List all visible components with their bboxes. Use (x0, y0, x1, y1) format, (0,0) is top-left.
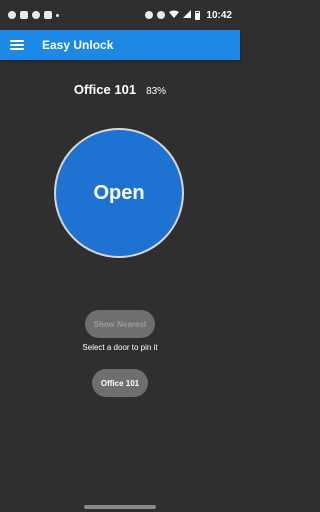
door-battery-level: 83% (146, 86, 167, 97)
open-button[interactable]: Open (54, 128, 184, 258)
location-icon (8, 11, 16, 19)
battery-icon (195, 10, 201, 20)
dot-icon (56, 13, 59, 17)
settings-icon (32, 11, 40, 19)
alarm-icon (145, 11, 154, 19)
status-right-icons: 10:42 (145, 10, 232, 21)
app-bar: Easy Unlock (0, 30, 240, 60)
navigation-bar (0, 498, 240, 512)
door-name: Office 101 (73, 82, 137, 97)
door-header: Office 101 83% (0, 82, 240, 97)
app-title: Easy Unlock (42, 38, 114, 52)
hamburger-menu-icon[interactable] (10, 40, 24, 50)
youtube-icon (20, 11, 28, 19)
show-nearest-button: Show Nearest (85, 310, 155, 338)
do-not-disturb-icon (157, 11, 166, 19)
photos-icon (44, 11, 52, 19)
wifi-icon (169, 10, 180, 20)
pin-hint-text: Select a door to pin it (82, 343, 158, 352)
signal-icon (183, 10, 192, 20)
door-chip-office-101[interactable]: Office 101 (92, 369, 148, 397)
status-time: 10:42 (206, 9, 232, 21)
home-gesture-handle[interactable] (84, 505, 156, 509)
status-left-icons (8, 11, 59, 19)
status-bar: 10:42 (0, 0, 240, 30)
